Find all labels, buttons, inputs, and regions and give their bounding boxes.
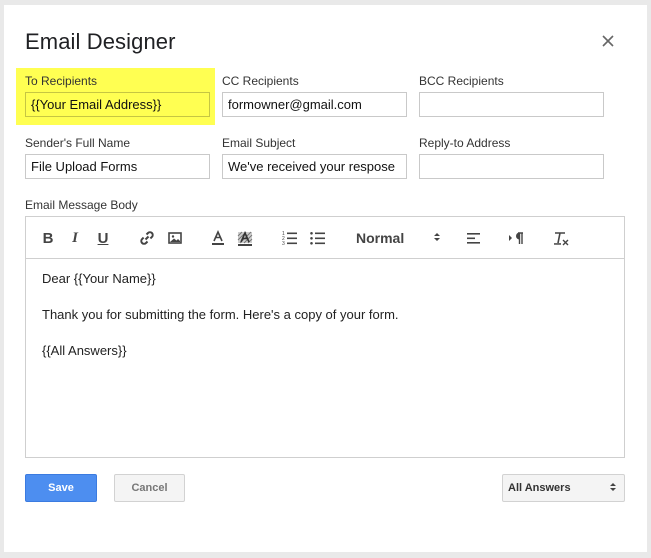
sender-name-input[interactable]: [25, 154, 210, 179]
save-button[interactable]: Save: [25, 474, 97, 502]
email-subject-label: Email Subject: [222, 136, 296, 150]
background-color-icon[interactable]: [235, 228, 255, 248]
insert-field-select-value: All Answers: [508, 482, 571, 494]
ordered-list-icon[interactable]: 1 2 3: [280, 228, 300, 248]
to-recipients-input[interactable]: [25, 92, 210, 117]
close-icon[interactable]: [596, 29, 620, 53]
message-editor: B I U 1 2 3 Normal Dear {{Your Name}} Th…: [25, 216, 625, 458]
cc-recipients-label: CC Recipients: [222, 74, 299, 88]
to-recipients-label: To Recipients: [25, 74, 98, 88]
text-direction-icon[interactable]: [506, 228, 528, 248]
align-icon[interactable]: [464, 228, 484, 248]
underline-icon[interactable]: U: [95, 228, 111, 248]
bcc-recipients-input[interactable]: [419, 92, 604, 117]
clear-format-icon[interactable]: [550, 228, 572, 248]
message-body-label: Email Message Body: [25, 198, 138, 212]
message-body-text[interactable]: Dear {{Your Name}} Thank you for submitt…: [42, 272, 399, 380]
bold-icon[interactable]: B: [40, 228, 56, 248]
select-arrows-icon: [608, 481, 618, 496]
select-arrows-icon: [432, 230, 442, 246]
insert-field-select[interactable]: All Answers: [502, 474, 625, 502]
format-select-value: Normal: [356, 230, 405, 246]
body-line: Dear {{Your Name}}: [42, 271, 156, 286]
bcc-recipients-label: BCC Recipients: [419, 74, 504, 88]
format-select[interactable]: Normal: [354, 227, 442, 249]
body-line: {{All Answers}}: [42, 343, 127, 358]
reply-to-label: Reply-to Address: [419, 136, 511, 150]
email-designer-dialog: Email Designer To Recipients CC Recipien…: [4, 5, 647, 552]
email-subject-input[interactable]: [222, 154, 407, 179]
italic-icon[interactable]: I: [67, 228, 83, 248]
text-color-icon[interactable]: [208, 228, 228, 248]
body-line: Thank you for submitting the form. Here'…: [42, 307, 399, 322]
image-icon[interactable]: [165, 228, 185, 248]
cc-recipients-input[interactable]: [222, 92, 407, 117]
dialog-title: Email Designer: [25, 29, 176, 54]
bullet-list-icon[interactable]: [308, 228, 328, 248]
svg-text:3: 3: [282, 241, 285, 246]
cancel-button[interactable]: Cancel: [114, 474, 185, 502]
sender-name-label: Sender's Full Name: [25, 136, 130, 150]
link-icon[interactable]: [137, 228, 157, 248]
editor-toolbar: B I U 1 2 3 Normal: [26, 217, 624, 259]
reply-to-input[interactable]: [419, 154, 604, 179]
